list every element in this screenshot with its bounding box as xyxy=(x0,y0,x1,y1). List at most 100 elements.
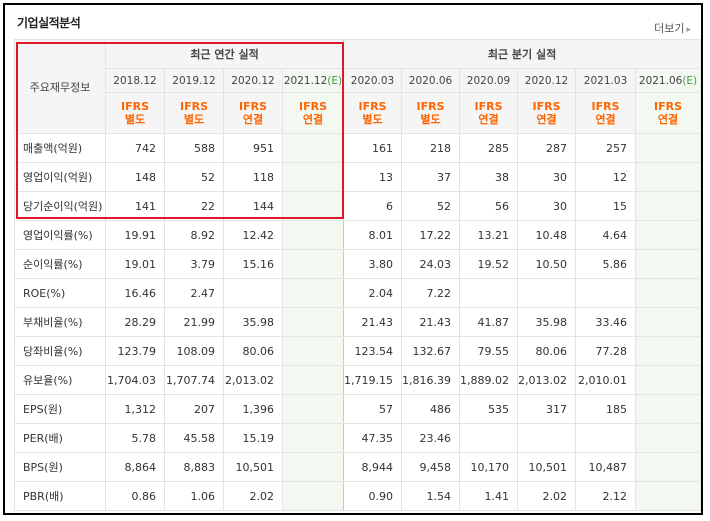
table-row: 영업이익(억원) 148 52 118 13 37 38 30 12 xyxy=(14,162,701,192)
accounting-standard: IFRS 연결 xyxy=(223,92,283,134)
accounting-standard: IFRS 연결 xyxy=(281,92,345,134)
accounting-standard: IFRS 별도 xyxy=(343,92,403,134)
basis-label: 별도 xyxy=(420,113,441,126)
value-cell: 9,458 xyxy=(401,452,461,482)
value-cell: 23.46 xyxy=(401,423,461,453)
value-cell: 141 xyxy=(105,191,165,221)
value-cell: 12 xyxy=(575,162,637,192)
period-header: 2020.12 xyxy=(223,68,283,93)
value-cell: 21.43 xyxy=(343,307,403,337)
value-cell: 1,312 xyxy=(105,394,165,424)
table-row: 당기순이익(억원) 141 22 144 6 52 56 30 15 xyxy=(14,191,701,221)
value-cell xyxy=(281,394,345,424)
row-label: 매출액(억원) xyxy=(14,133,106,163)
annual-group-header: 최근 연간 실적 xyxy=(104,39,345,69)
value-cell xyxy=(635,162,701,192)
value-cell: 951 xyxy=(223,133,283,163)
value-cell: 218 xyxy=(401,133,461,163)
value-cell: 8,883 xyxy=(164,452,224,482)
value-cell: 10.48 xyxy=(517,220,577,250)
value-cell: 123.54 xyxy=(343,336,403,366)
value-cell: 3.80 xyxy=(343,249,403,279)
value-cell: 2.04 xyxy=(343,278,403,308)
ifrs-row: IFRS 별도 IFRS 별도 IFRS 연결 IFRS 연결 IFRS 별도 IFRS 별도 IFRS… xyxy=(15,92,701,134)
value-cell: 52 xyxy=(401,191,461,221)
value-cell: 0.90 xyxy=(343,481,403,511)
value-cell: 8.01 xyxy=(343,220,403,250)
value-cell xyxy=(635,249,701,279)
accounting-standard: IFRS 별도 xyxy=(164,92,224,134)
value-cell: 2.12 xyxy=(575,481,637,511)
accounting-standard: IFRS 별도 xyxy=(401,92,461,134)
value-cell: 108.09 xyxy=(164,336,224,366)
value-cell: 123.79 xyxy=(105,336,165,366)
value-cell: 207 xyxy=(164,394,224,424)
value-cell xyxy=(223,278,283,308)
value-cell xyxy=(459,423,519,453)
value-cell: 10,501 xyxy=(223,452,283,482)
period-header: 2020.12 xyxy=(517,68,577,93)
accounting-standard: IFRS 연결 xyxy=(517,92,577,134)
value-cell: 1,816.39 xyxy=(401,365,461,395)
value-cell: 1,704.03 xyxy=(105,365,165,395)
table-row: 유보율(%) 1,704.03 1,707.74 2,013.02 1,719.15 1,… xyxy=(14,365,701,395)
value-cell: 57 xyxy=(343,394,403,424)
row-label: 당좌비율(%) xyxy=(14,336,106,366)
value-cell xyxy=(635,423,701,453)
table-row: 당좌비율(%) 123.79 108.09 80.06 123.54 132.67 79.5… xyxy=(14,336,701,366)
value-cell: 1,719.15 xyxy=(343,365,403,395)
row-header-label: 주요재무정보 xyxy=(29,80,91,94)
value-cell: 22 xyxy=(164,191,224,221)
value-cell xyxy=(281,162,345,192)
more-link[interactable]: 더보기 ▸ xyxy=(654,20,691,36)
value-cell xyxy=(635,191,701,221)
basis-label: 연결 xyxy=(595,113,616,126)
ifrs-label: IFRS xyxy=(532,100,561,113)
value-cell: 486 xyxy=(401,394,461,424)
value-cell xyxy=(281,423,345,453)
value-cell xyxy=(635,481,701,511)
value-cell: 2,013.02 xyxy=(223,365,283,395)
quarter-group-header: 최근 분기 실적 xyxy=(343,39,701,69)
company-performance-panel: 기업실적분석 더보기 ▸ 주요재무정보 최근 연간 실적 최근 분기 실적 201… xyxy=(3,3,703,515)
value-cell xyxy=(281,133,345,163)
period-label: 2019.12 xyxy=(172,74,216,87)
value-cell: 30 xyxy=(517,162,577,192)
basis-label: 별도 xyxy=(183,113,205,126)
period-label: 2021.12 xyxy=(283,74,328,87)
period-header: 2018.12 xyxy=(105,68,165,93)
value-cell: 30 xyxy=(517,191,577,221)
value-cell: 5.78 xyxy=(105,423,165,453)
accounting-standard: IFRS 연결 xyxy=(459,92,519,134)
table-row: 영업이익률(%) 19.91 8.92 12.42 8.01 17.22 13.21 10.4… xyxy=(14,220,701,250)
value-cell xyxy=(281,220,345,250)
ifrs-label: IFRS xyxy=(121,100,149,113)
value-cell: 15.16 xyxy=(223,249,283,279)
value-cell: 10,487 xyxy=(575,452,637,482)
value-cell: 12.42 xyxy=(223,220,283,250)
value-cell: 1,889.02 xyxy=(459,365,519,395)
row-label: ROE(%) xyxy=(14,278,106,308)
table-row: PER(배) 5.78 45.58 15.19 47.35 23.46 xyxy=(14,423,701,453)
value-cell: 19.91 xyxy=(105,220,165,250)
value-cell xyxy=(281,307,345,337)
value-cell: 13 xyxy=(343,162,403,192)
value-cell: 21.99 xyxy=(164,307,224,337)
value-cell: 257 xyxy=(575,133,637,163)
value-cell xyxy=(281,365,345,395)
ifrs-label: IFRS xyxy=(416,100,445,113)
accounting-standard: IFRS 별도 xyxy=(105,92,165,134)
value-cell: 47.35 xyxy=(343,423,403,453)
value-cell: 285 xyxy=(459,133,519,163)
value-cell xyxy=(281,191,345,221)
value-cell: 4.64 xyxy=(575,220,637,250)
period-header: 2020.06 xyxy=(401,68,461,93)
table-row: EPS(원) 1,312 207 1,396 57 486 535 317 185 xyxy=(14,394,701,424)
basis-label: 별도 xyxy=(124,113,146,126)
period-label: 2018.12 xyxy=(113,74,157,87)
value-cell: 2.47 xyxy=(164,278,224,308)
value-cell: 317 xyxy=(517,394,577,424)
value-cell: 1.41 xyxy=(459,481,519,511)
value-cell: 80.06 xyxy=(223,336,283,366)
table-row: 순이익률(%) 19.01 3.79 15.16 3.80 24.03 19.52 10.50… xyxy=(14,249,701,279)
